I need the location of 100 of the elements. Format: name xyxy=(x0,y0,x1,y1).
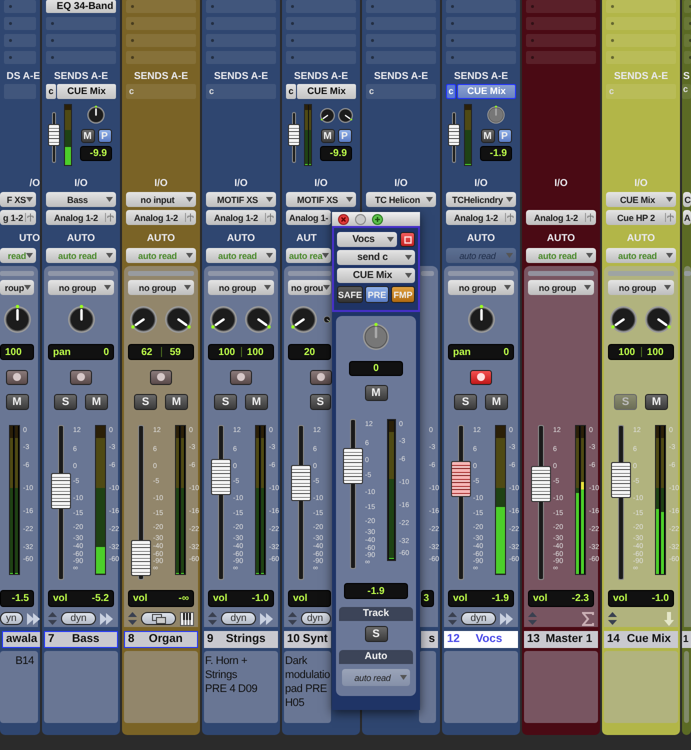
group-selector[interactable]: no group xyxy=(608,280,674,295)
forward-icon[interactable] xyxy=(26,612,40,624)
send-fader-handle[interactable] xyxy=(448,124,460,146)
input-selector[interactable]: TCHelicndry xyxy=(446,192,516,207)
send-mute-button[interactable]: M xyxy=(480,129,494,143)
fader-handle[interactable] xyxy=(611,462,631,498)
input-selector[interactable]: no input xyxy=(126,192,196,207)
send-letter[interactable]: c xyxy=(46,84,56,99)
input-selector[interactable]: C xyxy=(683,192,691,207)
dyn-button[interactable]: dyn xyxy=(61,612,96,625)
record-button[interactable] xyxy=(150,370,172,384)
mute-button[interactable]: M xyxy=(165,394,188,410)
pan-knob[interactable] xyxy=(128,304,159,334)
comments-field[interactable] xyxy=(124,651,198,723)
solo-button[interactable]: S xyxy=(454,394,477,410)
output-selector[interactable]: Analog 1-2 xyxy=(126,210,196,225)
stepper-icon[interactable] xyxy=(448,612,457,625)
send-mute-button[interactable]: M xyxy=(80,129,94,143)
input-selector[interactable]: Bass xyxy=(46,192,116,207)
send-slot[interactable]: c xyxy=(206,84,276,99)
track-selector[interactable]: Vocs xyxy=(337,232,397,247)
window-button[interactable] xyxy=(141,612,176,625)
comments-field[interactable]: B14 xyxy=(0,651,38,723)
mute-button[interactable]: M xyxy=(245,394,268,410)
group-selector[interactable]: roup xyxy=(0,280,34,295)
pan-knob[interactable] xyxy=(86,105,106,125)
automation-selector[interactable]: auto read xyxy=(342,669,410,686)
dyn-button[interactable]: dyn xyxy=(221,612,256,625)
track-name[interactable]: s xyxy=(421,630,438,648)
stepper-icon[interactable] xyxy=(288,612,297,625)
input-selector[interactable]: TC Helicon xyxy=(366,192,436,207)
zoom-icon[interactable] xyxy=(372,214,383,224)
pan-knob[interactable] xyxy=(243,304,274,334)
input-selector[interactable]: CUE Mix xyxy=(606,192,676,207)
record-button[interactable] xyxy=(70,370,92,384)
minimize-icon[interactable] xyxy=(355,214,366,224)
output-selector[interactable]: Analog 1-2 xyxy=(46,210,116,225)
group-selector[interactable]: no group xyxy=(128,280,194,295)
insert-slot[interactable] xyxy=(684,17,691,30)
group-selector[interactable]: no group xyxy=(448,280,514,295)
solo-button[interactable]: S xyxy=(214,394,237,410)
comments-field[interactable] xyxy=(524,651,598,723)
insert-slot[interactable] xyxy=(684,51,691,64)
pan-knob[interactable] xyxy=(288,304,319,334)
output-selector[interactable]: Analog 1-2 xyxy=(446,210,516,225)
send-fader-handle[interactable] xyxy=(288,124,300,146)
track-name[interactable]: awala xyxy=(2,630,40,648)
dyn-button[interactable]: yn xyxy=(0,612,23,625)
track-name[interactable]: 14 Cue Mix xyxy=(604,630,678,648)
pan-knob[interactable] xyxy=(2,304,32,334)
comments-field[interactable] xyxy=(419,651,436,723)
mute-button[interactable]: M xyxy=(6,394,28,410)
fader-handle[interactable] xyxy=(51,472,71,509)
solo-button[interactable]: S xyxy=(310,394,331,410)
send-letter[interactable]: c xyxy=(446,84,456,99)
send-selector[interactable]: CUE Mix xyxy=(297,84,356,99)
input-selector[interactable]: MOTIF XS xyxy=(286,192,356,207)
keyboard-icon[interactable] xyxy=(180,612,194,626)
comments-field[interactable] xyxy=(44,651,118,723)
group-selector[interactable]: no group xyxy=(208,280,274,295)
group-selector[interactable]: no group xyxy=(528,280,594,295)
forward-icon[interactable] xyxy=(260,612,274,624)
insert-slot[interactable] xyxy=(4,17,36,30)
record-button[interactable] xyxy=(310,370,332,384)
output-selector[interactable]: Analog 1-2 xyxy=(526,210,596,225)
send-slot[interactable]: c xyxy=(682,84,691,99)
track-name[interactable]: 8 Organ xyxy=(124,630,198,648)
fader-handle[interactable] xyxy=(343,448,363,484)
send-fader-handle[interactable] xyxy=(48,124,60,146)
pan-knob[interactable] xyxy=(336,106,354,124)
record-button[interactable] xyxy=(470,370,492,384)
output-selector[interactable]: Analog 1- xyxy=(286,210,331,225)
stepper-icon[interactable] xyxy=(48,612,57,625)
forward-icon[interactable] xyxy=(100,612,114,624)
record-button[interactable] xyxy=(6,370,28,384)
pan-knob[interactable] xyxy=(643,304,674,334)
insert-slot[interactable] xyxy=(4,34,36,47)
mute-button[interactable]: M xyxy=(85,394,108,410)
comments-field[interactable]: Dark modulatio pad PRE H05 xyxy=(284,651,331,723)
input-selector[interactable]: MOTIF XS xyxy=(206,192,276,207)
stepper-icon[interactable] xyxy=(208,612,217,625)
send-slot[interactable]: c xyxy=(366,84,436,99)
mute-button[interactable]: M xyxy=(364,385,388,401)
insert-slot[interactable]: EQ 34-Band xyxy=(46,0,116,13)
track-name[interactable]: 10 Synt xyxy=(284,630,331,648)
dyn-button[interactable]: dyn xyxy=(461,612,496,625)
track-name[interactable]: 12 Vocs xyxy=(444,630,518,648)
output-selector[interactable]: A xyxy=(683,210,691,225)
mute-button[interactable]: M xyxy=(645,394,668,410)
output-selector[interactable]: g 1-2 xyxy=(0,210,36,225)
safe-button[interactable]: SAFE xyxy=(337,286,364,303)
close-icon[interactable] xyxy=(338,214,349,224)
output-selector[interactable]: Cue HP 2 xyxy=(606,210,676,225)
insert-slot[interactable] xyxy=(4,51,36,64)
pan-knob[interactable] xyxy=(208,304,239,334)
input-selector[interactable]: F XS xyxy=(0,192,36,207)
solo-button[interactable]: S xyxy=(364,626,388,642)
pan-knob[interactable] xyxy=(318,106,336,124)
fader-handle[interactable] xyxy=(291,464,311,501)
fader-handle[interactable] xyxy=(131,540,151,576)
